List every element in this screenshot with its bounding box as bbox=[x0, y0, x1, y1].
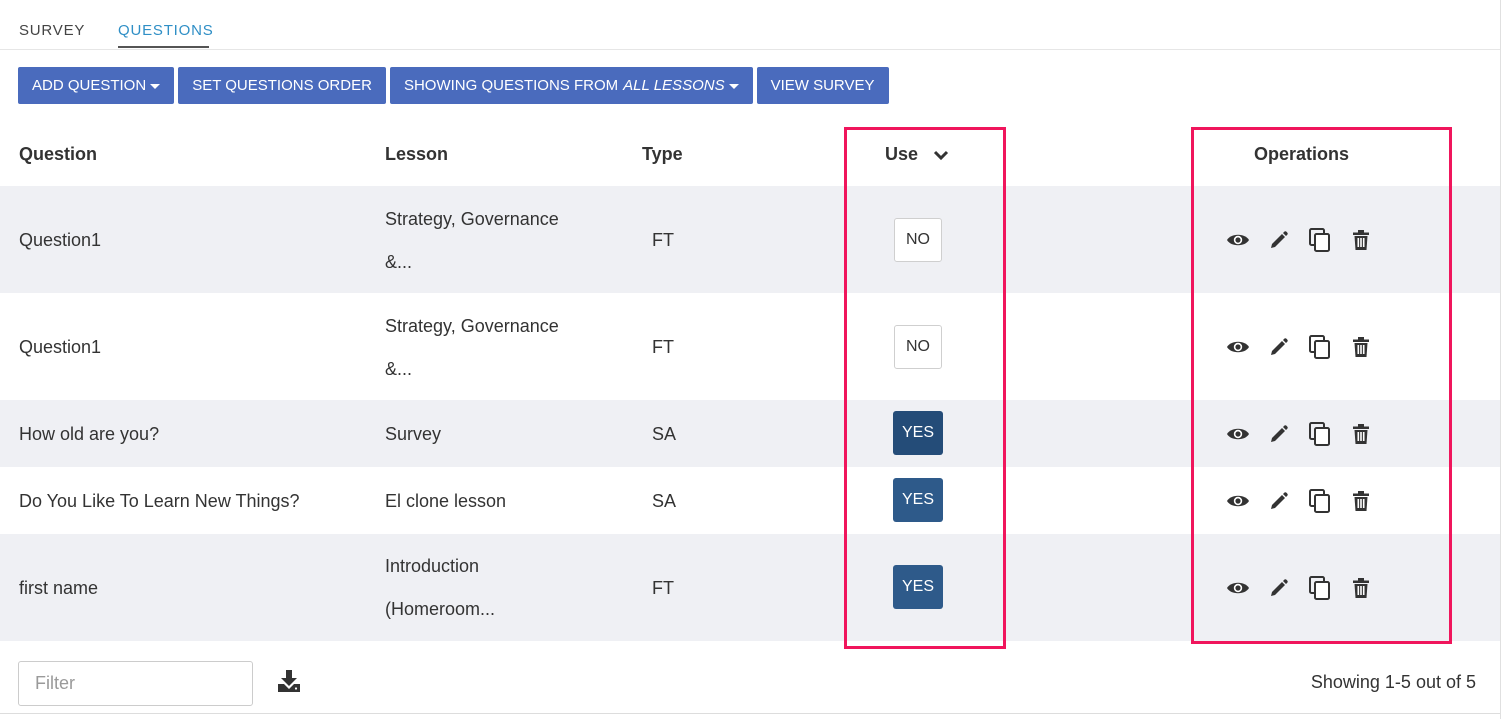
eye-icon[interactable] bbox=[1217, 334, 1258, 360]
copy-icon[interactable] bbox=[1299, 488, 1340, 514]
lesson-cell-line1: Strategy, Governance bbox=[385, 209, 559, 229]
active-tab-indicator bbox=[118, 46, 209, 48]
download-icon[interactable] bbox=[276, 669, 302, 698]
question-cell: first name bbox=[19, 578, 99, 598]
lesson-cell-line2: &... bbox=[385, 359, 413, 379]
eye-icon[interactable] bbox=[1217, 227, 1258, 253]
header-operations: Operations bbox=[1254, 144, 1350, 164]
caret-down-icon bbox=[728, 84, 739, 89]
lesson-filter-scope: ALL LESSONS bbox=[623, 77, 725, 94]
header-lesson[interactable]: Lesson bbox=[385, 144, 448, 165]
divider bbox=[1500, 0, 1501, 719]
trash-icon[interactable] bbox=[1340, 421, 1381, 447]
lesson-cell-line2: (Homeroom... bbox=[385, 599, 496, 619]
header-use-label: Use bbox=[885, 144, 919, 164]
table-header: Question Lesson Type Use Operations bbox=[0, 124, 1500, 186]
add-question-button[interactable]: ADD QUESTION bbox=[18, 67, 175, 104]
lesson-cell-line1: El clone lesson bbox=[385, 491, 507, 511]
caret-down-icon bbox=[150, 84, 161, 89]
copy-icon[interactable] bbox=[1299, 227, 1340, 253]
lesson-cell-line2: &... bbox=[385, 252, 413, 272]
chevron-down-icon bbox=[933, 150, 949, 160]
pencil-icon[interactable] bbox=[1258, 334, 1299, 360]
copy-icon[interactable] bbox=[1299, 575, 1340, 601]
pencil-icon[interactable] bbox=[1258, 575, 1299, 601]
type-cell: SA bbox=[652, 424, 677, 444]
use-toggle[interactable]: YES bbox=[893, 478, 943, 522]
type-cell: FT bbox=[652, 230, 674, 250]
filter-input[interactable] bbox=[18, 661, 253, 706]
table-row[interactable]: How old are you? Survey SA YES bbox=[0, 400, 1500, 467]
type-cell: FT bbox=[652, 578, 674, 598]
pencil-icon[interactable] bbox=[1258, 488, 1299, 514]
question-cell: Question1 bbox=[19, 337, 102, 357]
set-order-label: SET QUESTIONS ORDER bbox=[192, 77, 372, 94]
view-survey-button[interactable]: VIEW SURVEY bbox=[756, 67, 889, 104]
row-operations bbox=[1217, 227, 1381, 253]
trash-icon[interactable] bbox=[1340, 575, 1381, 601]
type-cell: FT bbox=[652, 337, 674, 357]
tab-questions[interactable]: QUESTIONS bbox=[118, 22, 214, 39]
table-row[interactable]: first name Introduction (Homeroom... FT … bbox=[0, 534, 1500, 641]
lesson-filter-prefix: SHOWING QUESTIONS FROM bbox=[403, 77, 619, 94]
row-operations bbox=[1217, 575, 1381, 601]
lesson-cell-line1: Introduction bbox=[385, 556, 480, 576]
trash-icon[interactable] bbox=[1340, 227, 1381, 253]
tab-survey[interactable]: SURVEY bbox=[19, 22, 85, 39]
pagination-status: Showing 1-5 out of 5 bbox=[1310, 672, 1476, 692]
header-question[interactable]: Question bbox=[19, 144, 97, 165]
table-row[interactable]: Do You Like To Learn New Things? El clon… bbox=[0, 467, 1500, 534]
lesson-cell-line1: Survey bbox=[385, 424, 442, 444]
lesson-filter-button[interactable]: SHOWING QUESTIONS FROM ALL LESSONS bbox=[389, 67, 753, 104]
trash-icon[interactable] bbox=[1340, 488, 1381, 514]
header-use[interactable]: Use bbox=[885, 144, 949, 165]
lesson-cell-line1: Strategy, Governance bbox=[385, 316, 559, 336]
type-cell: SA bbox=[652, 491, 677, 511]
header-type[interactable]: Type bbox=[642, 144, 683, 165]
table-row[interactable]: Question1 Strategy, Governance &... FT N… bbox=[0, 186, 1500, 293]
row-operations bbox=[1217, 421, 1381, 447]
eye-icon[interactable] bbox=[1217, 575, 1258, 601]
trash-icon[interactable] bbox=[1340, 334, 1381, 360]
tab-bar: SURVEY QUESTIONS bbox=[0, 0, 1500, 50]
row-operations bbox=[1217, 488, 1381, 514]
pencil-icon[interactable] bbox=[1258, 421, 1299, 447]
eye-icon[interactable] bbox=[1217, 421, 1258, 447]
view-survey-label: VIEW SURVEY bbox=[770, 77, 875, 94]
row-operations bbox=[1217, 334, 1381, 360]
use-toggle[interactable]: NO bbox=[894, 218, 942, 262]
copy-icon[interactable] bbox=[1299, 334, 1340, 360]
question-cell: How old are you? bbox=[19, 424, 160, 444]
add-question-label: ADD QUESTION bbox=[32, 77, 147, 94]
question-cell: Do You Like To Learn New Things? bbox=[19, 491, 300, 511]
use-toggle[interactable]: YES bbox=[893, 565, 943, 609]
toolbar: ADD QUESTION SET QUESTIONS ORDER SHOWING… bbox=[18, 67, 889, 104]
pencil-icon[interactable] bbox=[1258, 227, 1299, 253]
eye-icon[interactable] bbox=[1217, 488, 1258, 514]
question-cell: Question1 bbox=[19, 230, 102, 250]
divider bbox=[0, 713, 1500, 714]
copy-icon[interactable] bbox=[1299, 421, 1340, 447]
use-toggle[interactable]: YES bbox=[893, 411, 943, 455]
set-questions-order-button[interactable]: SET QUESTIONS ORDER bbox=[178, 67, 386, 104]
table-row[interactable]: Question1 Strategy, Governance &... FT N… bbox=[0, 293, 1500, 400]
use-toggle[interactable]: NO bbox=[894, 325, 942, 369]
